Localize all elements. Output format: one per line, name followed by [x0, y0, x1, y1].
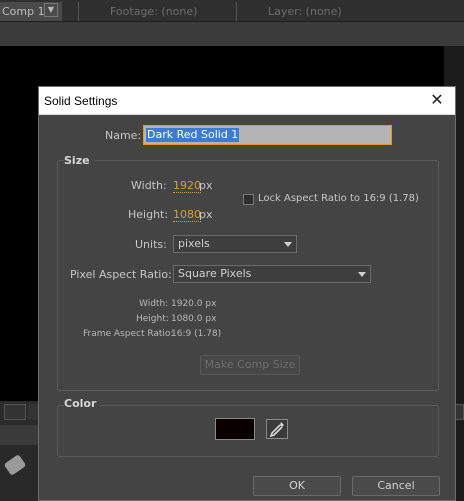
dialog-titlebar: Solid Settings ✕: [39, 87, 455, 115]
color-swatch[interactable]: [215, 418, 255, 440]
info-frame-aspect-value: 16:9 (1.78): [171, 329, 222, 339]
units-label: Units:: [135, 238, 167, 251]
solid-settings-dialog: Solid Settings ✕ Name: Dark Red Solid 1 …: [38, 86, 456, 501]
units-dropdown[interactable]: pixels: [173, 235, 297, 253]
cancel-button[interactable]: Cancel: [352, 476, 440, 496]
tab-layer[interactable]: Layer: (none): [268, 2, 342, 21]
width-unit: px: [199, 179, 213, 192]
chevron-down-icon: [358, 272, 366, 277]
size-group-title: Size: [64, 154, 94, 167]
height-value[interactable]: 1080: [173, 208, 201, 222]
info-height-value: 1080.0 px: [171, 314, 217, 324]
info-width-value: 1920.0 px: [171, 299, 217, 309]
units-value: pixels: [178, 237, 210, 250]
close-icon[interactable]: ✕: [419, 87, 455, 114]
eyedropper-button[interactable]: [266, 419, 288, 439]
viewer-options-button[interactable]: [4, 404, 26, 420]
lock-aspect-label: Lock Aspect Ratio to 16:9 (1.78): [258, 193, 419, 204]
ok-button[interactable]: OK: [253, 476, 341, 496]
chevron-down-icon: [284, 242, 292, 247]
panel-tab-bar: Comp 1 ▼ Footage: (none) Layer: (none): [0, 0, 464, 22]
name-value: Dark Red Solid 1: [146, 128, 240, 142]
pixel-aspect-ratio-dropdown[interactable]: Square Pixels: [173, 265, 371, 283]
info-frame-aspect-label: Frame Aspect Ratio:: [83, 329, 174, 339]
lock-aspect-checkbox[interactable]: [243, 194, 254, 205]
width-value[interactable]: 1920: [173, 179, 201, 193]
tab-divider: [236, 2, 237, 21]
height-label: Height:: [128, 208, 169, 221]
color-group-title: Color: [64, 397, 101, 410]
width-label: Width:: [131, 179, 167, 192]
dialog-title: Solid Settings: [44, 94, 118, 108]
make-comp-size-button[interactable]: Make Comp Size: [200, 355, 300, 375]
name-input[interactable]: Dark Red Solid 1: [143, 125, 392, 145]
tab-divider: [78, 2, 79, 21]
tab-footage[interactable]: Footage: (none): [110, 2, 197, 21]
info-height-label: Height:: [136, 314, 169, 324]
height-unit: px: [199, 208, 213, 221]
tab-menu-icon[interactable]: ▼: [44, 3, 58, 17]
pixel-aspect-ratio-value: Square Pixels: [178, 267, 252, 280]
pixel-aspect-ratio-label: Pixel Aspect Ratio:: [70, 268, 172, 281]
viewer-toolbar-button[interactable]: [28, 404, 38, 420]
name-label: Name:: [105, 129, 142, 142]
eyedropper-icon: [269, 422, 284, 438]
viewer-header: [0, 22, 464, 46]
info-width-label: Width:: [139, 299, 169, 309]
